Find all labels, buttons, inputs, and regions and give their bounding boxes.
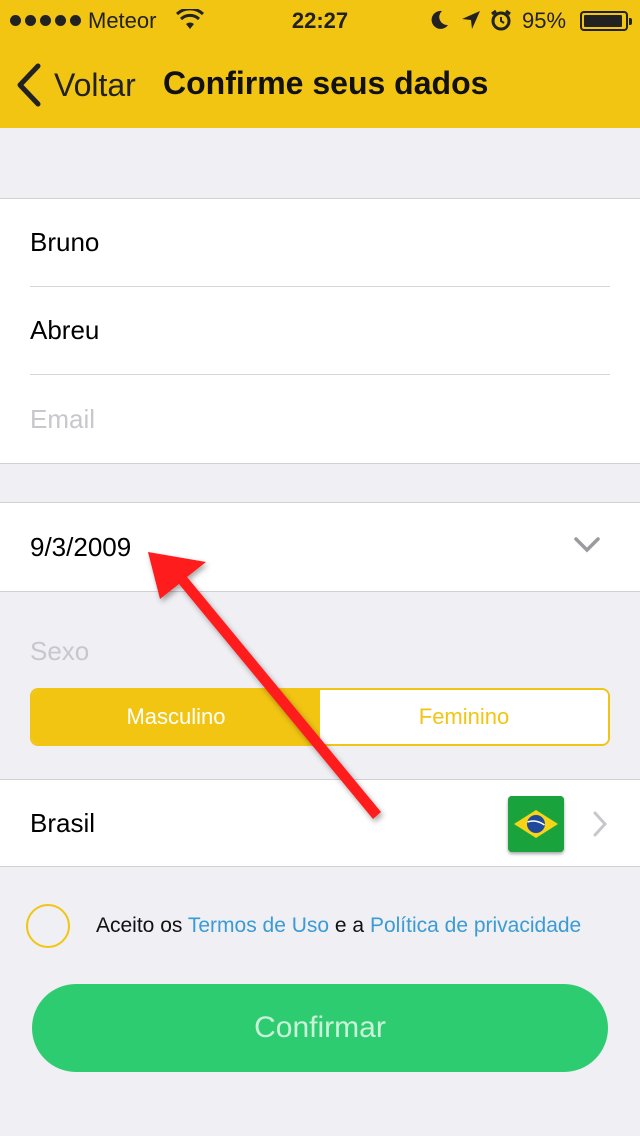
brazil-flag-icon (508, 796, 564, 852)
location-icon (462, 11, 480, 29)
email-input[interactable] (30, 403, 640, 435)
email-field[interactable] (30, 375, 640, 463)
last-name-field[interactable] (30, 287, 610, 375)
confirm-button[interactable]: Confirmar (32, 984, 608, 1072)
sexo-segmented-control[interactable]: Masculino Feminino (30, 688, 610, 746)
battery-icon (580, 11, 632, 31)
birth-date-value: 9/3/2009 (30, 531, 132, 562)
terms-of-use-link[interactable]: Termos de Uso (188, 914, 329, 937)
page-title: Confirme seus dados (163, 65, 489, 101)
first-name-input[interactable] (30, 227, 610, 258)
first-name-field[interactable] (30, 199, 610, 287)
sexo-label: Sexo (30, 636, 90, 666)
personal-info-group (0, 198, 640, 464)
birth-date-picker[interactable]: 9/3/2009 (30, 503, 640, 591)
sexo-option-masculino[interactable]: Masculino (32, 690, 320, 744)
terms-middle: e a (329, 914, 370, 937)
battery-percent: 95% (522, 8, 567, 33)
terms-text: Aceito os Termos de Uso e a Política de … (96, 914, 581, 938)
back-button[interactable]: Voltar (14, 60, 136, 110)
privacy-policy-link[interactable]: Política de privacidade (370, 914, 581, 937)
terms-prefix: Aceito os (96, 914, 188, 937)
status-bar: Meteor 22:27 95% (0, 0, 640, 40)
alarm-icon (491, 9, 511, 31)
country-selector[interactable]: Brasil (0, 779, 640, 867)
accept-terms-checkbox[interactable] (26, 904, 70, 948)
terms-row: Aceito os Termos de Uso e a Política de … (26, 904, 626, 948)
birth-date-group: 9/3/2009 (0, 502, 640, 592)
header-bar: Meteor 22:27 95% Voltar Confirme seus da… (0, 0, 640, 128)
chevron-right-icon (593, 811, 608, 837)
back-button-label: Voltar (54, 66, 136, 103)
moon-icon (431, 10, 448, 29)
country-name: Brasil (30, 808, 96, 838)
back-chevron-icon (17, 63, 41, 107)
sexo-option-feminino[interactable]: Feminino (320, 690, 608, 744)
last-name-input[interactable] (30, 315, 610, 346)
chevron-down-icon[interactable] (574, 535, 600, 555)
